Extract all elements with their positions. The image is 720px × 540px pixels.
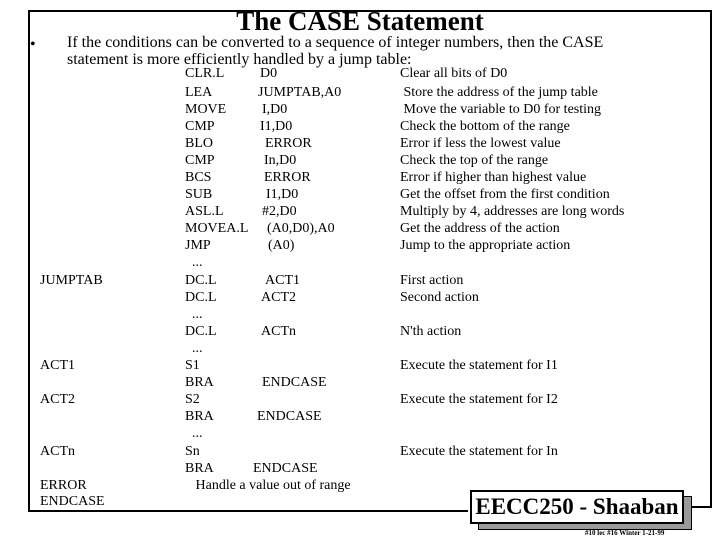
code-comment: Second action (400, 290, 479, 305)
code-mnemonic: BRA (185, 461, 214, 476)
code-operand: JUMPTAB,A0 (258, 85, 342, 100)
code-operand: I,D0 (262, 102, 288, 117)
code-mnemonic: ASL.L (185, 204, 224, 219)
code-row: MOVEA.L (A0,D0),A0 Get the address of the … (0, 220, 720, 237)
code-mnemonic: BLO (185, 136, 213, 151)
code-mnemonic: SUB (185, 187, 213, 202)
code-row: ASL.L #2,D0 Multiply by 4, addresses are l… (0, 203, 720, 220)
code-row: BCS ERROR Error if higher than highest val… (0, 169, 720, 186)
code-row: ... (0, 425, 720, 442)
code-comment: Get the address of the action (400, 221, 560, 236)
code-operand: ENDCASE (253, 461, 318, 476)
code-mnemonic: BCS (185, 170, 212, 185)
code-mnemonic: DC.L (185, 273, 217, 288)
code-comment: Clear all bits of D0 (400, 66, 508, 81)
code-mnemonic: DC.L (185, 290, 217, 305)
code-row: SUB I1,D0 Get the offset from the first co… (0, 186, 720, 203)
code-operand: D0 (260, 66, 278, 81)
code-comment: Check the bottom of the range (400, 119, 570, 134)
slide-frame-bottom-left (28, 510, 468, 512)
code-operand: (A0) (268, 238, 295, 253)
course-badge: EECC250 - Shaaban (470, 490, 684, 524)
code-comment: Execute the statement for I1 (400, 358, 558, 373)
intro-text: If the conditions can be converted to a … (67, 34, 707, 68)
code-row: CMP I1,D0 Check the bottom of the range (0, 118, 720, 135)
intro-line: If the conditions can be converted to a … (67, 34, 604, 51)
code-comment: Error if less the lowest value (400, 136, 561, 151)
code-operand: ENDCASE (257, 409, 322, 424)
code-row: CMP In,D0 Check the top of the range (0, 152, 720, 169)
code-row: BLO ERROR Error if less the lowest value (0, 135, 720, 152)
code-label: ACT1 (40, 358, 75, 373)
code-comment: Store the address of the jump table (400, 85, 598, 100)
code-operand: #2,D0 (262, 204, 297, 219)
code-mnemonic: MOVEA.L (185, 221, 249, 236)
code-operand: ACT1 (265, 273, 300, 288)
code-row: BRA ENDCASE (0, 374, 720, 391)
code-mnemonic: S2 (185, 392, 200, 407)
code-mnemonic: ... (185, 307, 203, 322)
code-mnemonic: BRA (185, 375, 214, 390)
code-row: ... (0, 340, 720, 357)
code-row: DC.L ACTn N'th action (0, 323, 720, 340)
code-row: JUMPTAB DC.L ACT1 First action (0, 272, 720, 289)
code-label: ERROR (40, 478, 87, 493)
code-comment: Error if higher than highest value (400, 170, 587, 185)
slide-title: The CASE Statement (236, 6, 484, 36)
code-comment: First action (400, 273, 464, 288)
code-mnemonic: MOVE (185, 102, 227, 117)
code-mnemonic: DC.L (185, 324, 217, 339)
code-row: MOVE I,D0 Move the variable to D0 for tes… (0, 101, 720, 118)
code-comment: Execute the statement for In (400, 444, 558, 459)
code-row: ... (0, 306, 720, 323)
code-comment: Multiply by 4, addresses are long words (400, 204, 625, 219)
code-comment: Jump to the appropriate action (400, 238, 571, 253)
code-mnemonic: JMP (185, 238, 211, 253)
code-row: ACT1 S1 Execute the statement for I1 (0, 357, 720, 374)
code-comment: Check the top of the range (400, 153, 549, 168)
code-row: DC.L ACT2 Second action (0, 289, 720, 306)
code-mnemonic: S1 (185, 358, 200, 373)
code-mnemonic: CLR.L (185, 66, 225, 81)
slide-footer: #10 lec #16 Winter 1-21-99 (585, 529, 665, 537)
code-mnemonic: CMP (185, 119, 215, 134)
code-comment: Move the variable to D0 for testing (400, 102, 602, 117)
code-mnemonic: BRA (185, 409, 214, 424)
code-mnemonic: ... (185, 426, 203, 441)
code-label: ACTn (40, 444, 75, 459)
code-row: LEA JUMPTAB,A0 Store the address of the j… (0, 84, 720, 101)
code-operand: ERROR (265, 136, 312, 151)
code-mnemonic: LEA (185, 85, 213, 100)
code-operand: (A0,D0),A0 (267, 221, 335, 236)
code-comment: Execute the statement for I2 (400, 392, 558, 407)
code-operand: ACT2 (261, 290, 296, 305)
code-comment: Get the offset from the first condition (400, 187, 610, 202)
code-label: JUMPTAB (40, 273, 103, 288)
code-operand: In,D0 (264, 153, 297, 168)
code-mnemonic: ... (185, 341, 203, 356)
code-row: ACT2 S2 Execute the statement for I2 (0, 391, 720, 408)
code-mnemonic: ... (185, 255, 203, 270)
code-row: ACTn Sn Execute the statement for In (0, 443, 720, 460)
code-operand: ACTn (261, 324, 296, 339)
code-comment: N'th action (400, 324, 462, 339)
code-row: BRA ENDCASE (0, 460, 720, 477)
code-operand: I1,D0 (266, 187, 299, 202)
code-mnemonic: CMP (185, 153, 215, 168)
code-mnemonic: Sn (185, 444, 200, 459)
code-operand: I1,D0 (260, 119, 293, 134)
code-label: ENDCASE (40, 494, 105, 509)
code-row: ... (0, 254, 720, 271)
code-row: BRA ENDCASE (0, 408, 720, 425)
code-row: JMP (A0) Jump to the appropriate action (0, 237, 720, 254)
code-operand: ERROR (264, 170, 311, 185)
code-row: CLR.L D0 Clear all bits of D0 (0, 65, 720, 82)
bullet: • (30, 36, 36, 53)
code-operand: ENDCASE (262, 375, 327, 390)
code-mnemonic: Handle a value out of range (185, 478, 351, 493)
code-label: ACT2 (40, 392, 75, 407)
